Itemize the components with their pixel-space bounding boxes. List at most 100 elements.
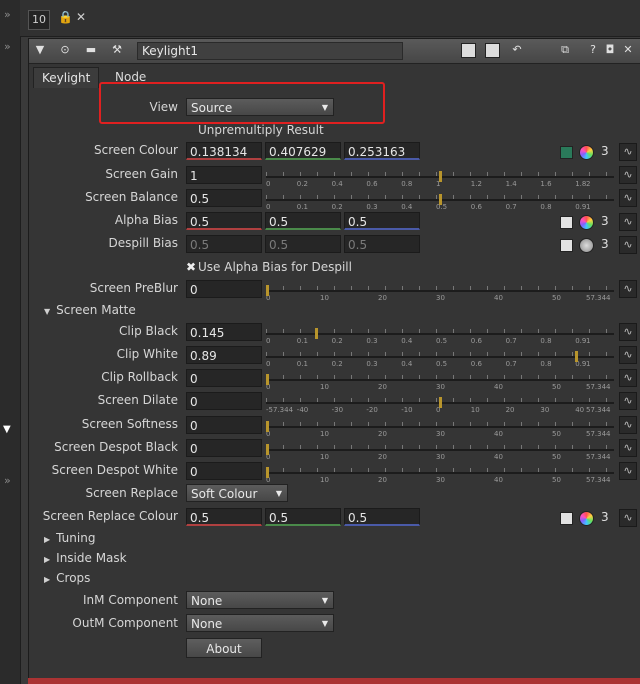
clip-rollback-field[interactable]: 0: [186, 369, 262, 387]
color-wheel-icon[interactable]: [579, 215, 594, 230]
undo-icon[interactable]: [461, 43, 476, 58]
slider-track[interactable]: [266, 426, 614, 428]
clip-black-field[interactable]: 0.145: [186, 323, 262, 341]
despot-white-field[interactable]: 0: [186, 462, 262, 480]
inside-mask-section[interactable]: ▶ Inside Mask: [44, 551, 127, 565]
redo-icon[interactable]: [485, 43, 500, 58]
slider-track[interactable]: [266, 449, 614, 451]
despill-bias-b-field[interactable]: 0.5: [344, 235, 420, 253]
alpha-bias-b-field[interactable]: 0.5: [344, 212, 420, 230]
animation-curve-icon[interactable]: ∿: [619, 416, 637, 434]
clip-white-slider[interactable]: 0 0.1 0.2 0.3 0.4 0.5 0.6 0.7 0.8 0.9 1: [266, 351, 614, 374]
float-icon[interactable]: ◘: [603, 42, 617, 58]
screen-softness-field[interactable]: 0: [186, 416, 262, 434]
about-button[interactable]: About: [186, 638, 262, 658]
tuning-section[interactable]: ▶ Tuning: [44, 531, 95, 545]
despot-black-slider[interactable]: 0 10 20 30 40 50 57.344: [266, 444, 614, 467]
replace-colour-b-field[interactable]: 0.5: [344, 508, 420, 526]
collapse-chevron-icon[interactable]: »: [4, 8, 11, 21]
settings-wrench-icon[interactable]: ⚒: [109, 42, 125, 58]
animation-curve-icon[interactable]: ∿: [619, 143, 637, 161]
slider-thumb[interactable]: [439, 397, 442, 408]
replace-colour-r-field[interactable]: 0.5: [186, 508, 262, 526]
screen-colour-g-field[interactable]: 0.407629: [265, 142, 341, 160]
slider-thumb[interactable]: [266, 467, 269, 478]
alpha-bias-r-field[interactable]: 0.5: [186, 212, 262, 230]
animation-curve-icon[interactable]: ∿: [619, 323, 637, 341]
screen-balance-field[interactable]: 0.5: [186, 189, 262, 207]
slider-track[interactable]: [266, 379, 614, 381]
outm-component-dropdown[interactable]: None ▼: [186, 614, 334, 632]
despill-bias-g-field[interactable]: 0.5: [265, 235, 341, 253]
animation-curve-icon[interactable]: ∿: [619, 439, 637, 457]
screen-dilate-field[interactable]: 0: [186, 392, 262, 410]
animation-curve-icon[interactable]: ∿: [619, 369, 637, 387]
use-alpha-bias-checkbox[interactable]: ✖ Use Alpha Bias for Despill: [186, 260, 352, 274]
screen-colour-r-field[interactable]: 0.138134: [186, 142, 262, 160]
channel-count[interactable]: 3: [601, 237, 609, 251]
screen-dilate-slider[interactable]: -57.344 -40 -30 -20 -10 0 10 20 30 40 57.344: [266, 397, 614, 420]
clip-black-slider[interactable]: 0 0.1 0.2 0.3 0.4 0.5 0.6 0.7 0.8 0.9 1: [266, 328, 614, 351]
channel-count[interactable]: 3: [601, 144, 609, 158]
color-swatch-icon[interactable]: [560, 239, 573, 252]
slider-thumb[interactable]: [266, 444, 269, 455]
animation-curve-icon[interactable]: ∿: [619, 236, 637, 254]
slider-thumb[interactable]: [574, 351, 578, 362]
tab-keylight[interactable]: Keylight: [33, 67, 100, 88]
slider-thumb[interactable]: [439, 171, 442, 182]
color-swatch-icon[interactable]: [560, 146, 573, 159]
collapse-panel-icon[interactable]: ▼: [33, 42, 47, 58]
inm-component-dropdown[interactable]: None ▼: [186, 591, 334, 609]
screen-softness-slider[interactable]: 0 10 20 30 40 50 57.344: [266, 421, 614, 444]
animation-curve-icon[interactable]: ∿: [619, 189, 637, 207]
close-icon[interactable]: ✕: [621, 42, 635, 58]
screen-gain-slider[interactable]: 0 0.2 0.4 0.6 0.8 1 1.2 1.4 1.6 1.8 2: [266, 171, 614, 194]
revert-icon[interactable]: ↶: [509, 42, 525, 58]
screen-matte-section[interactable]: ▼ Screen Matte: [44, 303, 136, 317]
color-wheel-icon[interactable]: [579, 511, 594, 526]
animation-curve-icon[interactable]: ∿: [619, 213, 637, 231]
screen-gain-field[interactable]: 1: [186, 166, 262, 184]
slider-thumb[interactable]: [439, 194, 442, 205]
slider-track[interactable]: [266, 472, 614, 474]
clip-white-field[interactable]: 0.89: [186, 346, 262, 364]
color-swatch-icon[interactable]: [560, 512, 573, 525]
slider-thumb[interactable]: [315, 328, 319, 339]
collapse-chevron-icon[interactable]: »: [4, 474, 11, 487]
float-panel-icon[interactable]: ⧉: [557, 42, 573, 58]
animation-curve-icon[interactable]: ∿: [619, 509, 637, 527]
screen-preblur-field[interactable]: 0: [186, 280, 262, 298]
despot-black-field[interactable]: 0: [186, 439, 262, 457]
despot-white-slider[interactable]: 0 10 20 30 40 50 57.344: [266, 467, 614, 490]
alpha-bias-g-field[interactable]: 0.5: [265, 212, 341, 230]
clip-rollback-slider[interactable]: 0 10 20 30 40 50 57.344: [266, 374, 614, 397]
expand-arrow-icon[interactable]: ▼: [3, 424, 11, 435]
close-all-icon[interactable]: ✕: [76, 10, 86, 24]
animation-curve-icon[interactable]: ∿: [619, 166, 637, 184]
slider-thumb[interactable]: [266, 374, 269, 385]
slider-track[interactable]: [266, 290, 614, 292]
slider-thumb[interactable]: [266, 285, 269, 296]
help-icon[interactable]: ?: [587, 42, 599, 58]
animation-curve-icon[interactable]: ∿: [619, 346, 637, 364]
crops-section[interactable]: ▶ Crops: [44, 571, 90, 585]
animation-curve-icon[interactable]: ∿: [619, 280, 637, 298]
collapse-chevron-icon[interactable]: »: [4, 40, 11, 53]
channel-count[interactable]: 3: [601, 214, 609, 228]
screen-preblur-slider[interactable]: 0 10 20 30 40 50 57.344: [266, 285, 614, 308]
channel-count[interactable]: 3: [601, 510, 609, 524]
replace-colour-g-field[interactable]: 0.5: [265, 508, 341, 526]
slider-thumb[interactable]: [266, 421, 269, 432]
animation-curve-icon[interactable]: ∿: [619, 392, 637, 410]
screen-replace-dropdown[interactable]: Soft Colour ▼: [186, 484, 288, 502]
slider-track[interactable]: [266, 356, 614, 358]
color-wheel-icon[interactable]: [579, 145, 594, 160]
screen-colour-b-field[interactable]: 0.253163: [344, 142, 420, 160]
center-node-icon[interactable]: ⊙: [57, 42, 73, 58]
node-color-icon[interactable]: ▬: [83, 42, 99, 58]
despill-bias-r-field[interactable]: 0.5: [186, 235, 262, 253]
color-swatch-icon[interactable]: [560, 216, 573, 229]
lock-icon[interactable]: 🔒: [58, 10, 73, 24]
unpremultiply-checkbox[interactable]: Unpremultiply Result: [186, 123, 324, 137]
color-wheel-icon[interactable]: [579, 238, 594, 253]
